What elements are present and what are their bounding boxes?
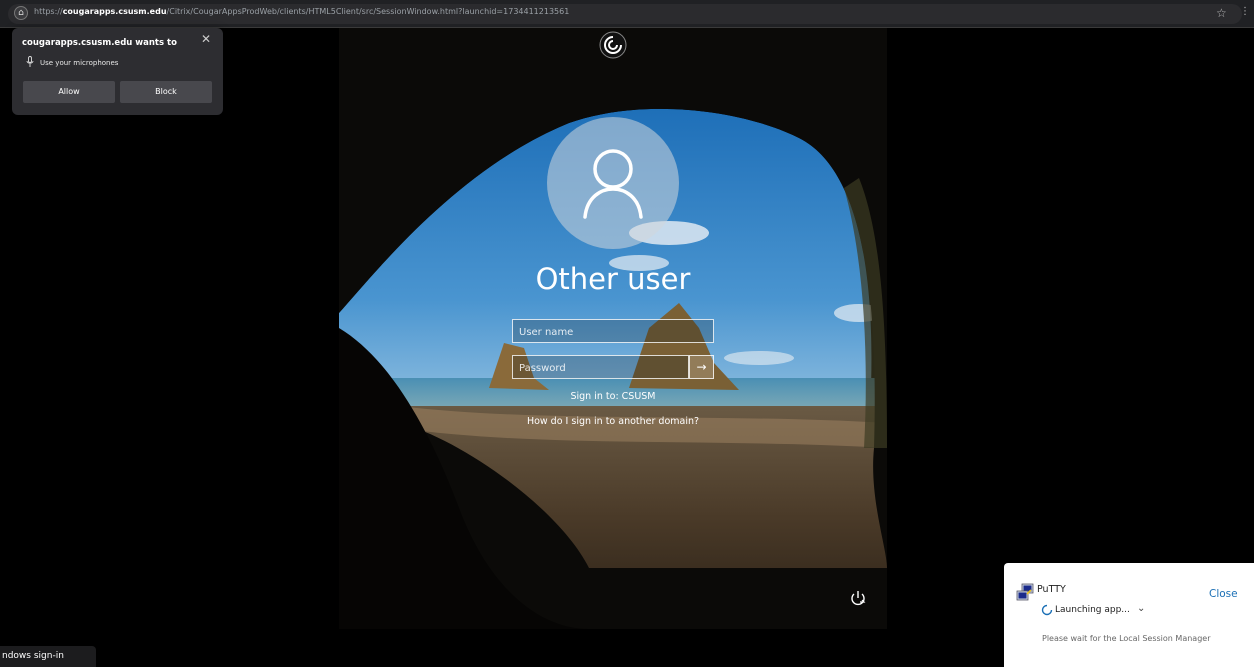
- allow-button[interactable]: Allow: [23, 81, 115, 103]
- block-button[interactable]: Block: [120, 81, 212, 103]
- toast-close-button[interactable]: Close: [1209, 588, 1238, 600]
- user-title: Other user: [535, 262, 691, 296]
- menu-dots-icon[interactable]: ⋮: [1240, 6, 1250, 17]
- submit-arrow-button[interactable]: →: [689, 355, 714, 379]
- password-field[interactable]: [512, 355, 689, 380]
- app-launch-toast: PuTTY Close Launching app... ⌄ Please wa…: [1004, 563, 1254, 667]
- citrix-logo-icon: [599, 31, 627, 59]
- permission-title: cougarapps.csusm.edu wants to: [22, 38, 177, 48]
- site-info-icon[interactable]: ⌂: [14, 6, 28, 20]
- user-silhouette-icon: [583, 149, 643, 219]
- toast-app-name: PuTTY: [1037, 584, 1066, 595]
- url-path: /Citrix/CougarAppsProdWeb/clients/HTML5C…: [166, 7, 570, 16]
- microphone-permission-popup: cougarapps.csusm.edu wants to ✕ Use your…: [12, 28, 223, 115]
- browser-address-bar: ⌂ https://cougarapps.csusm.edu/Citrix/Co…: [0, 0, 1254, 28]
- username-field[interactable]: [512, 319, 714, 344]
- url-prefix: https://: [34, 7, 63, 16]
- url-domain: cougarapps.csusm.edu: [62, 7, 167, 16]
- toast-message: Please wait for the Local Session Manage…: [1042, 634, 1211, 643]
- status-bar: ndows sign-in: [0, 646, 96, 667]
- arrow-right-icon: →: [696, 360, 707, 374]
- close-icon[interactable]: ✕: [201, 32, 211, 46]
- user-avatar: [547, 117, 679, 249]
- toast-status: Launching app...: [1055, 605, 1130, 615]
- url-text[interactable]: https://cougarapps.csusm.edu/Citrix/Coug…: [34, 7, 569, 16]
- chevron-down-icon[interactable]: ⌄: [1137, 603, 1145, 614]
- username-input[interactable]: [513, 321, 713, 344]
- other-domain-link[interactable]: How do I sign in to another domain?: [490, 416, 736, 427]
- bookmark-star-icon[interactable]: ☆: [1216, 6, 1227, 20]
- loading-spinner-icon: [1041, 604, 1053, 616]
- accessibility-icon[interactable]: [848, 589, 868, 609]
- password-input[interactable]: [513, 357, 688, 380]
- permission-request: Use your microphones: [40, 59, 119, 67]
- sign-in-domain-label: Sign in to: CSUSM: [570, 391, 656, 402]
- microphone-icon: [26, 56, 34, 67]
- putty-app-icon: [1016, 583, 1034, 601]
